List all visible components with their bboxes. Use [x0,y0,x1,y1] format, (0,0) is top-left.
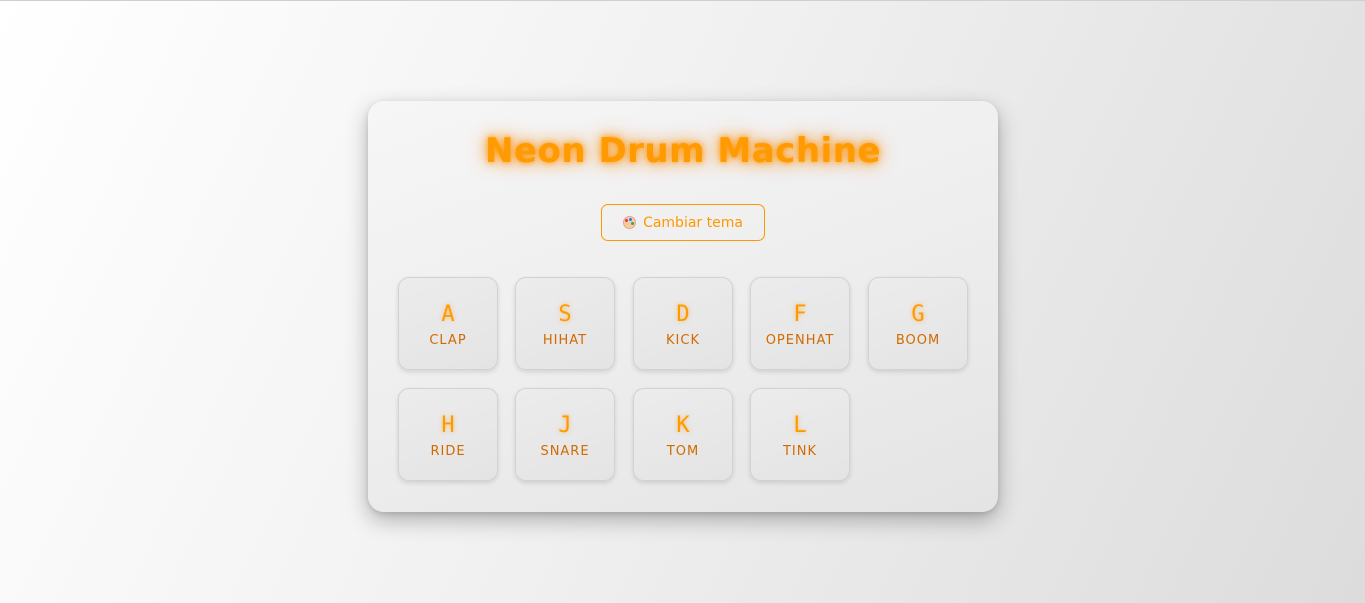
drum-pad-hihat[interactable]: S HIHAT [515,277,615,370]
drum-pad-tink[interactable]: L TINK [750,388,850,481]
drum-pad-openhat[interactable]: F OPENHAT [750,277,850,370]
pad-sound-label: HIHAT [542,333,588,348]
drum-pad-boom[interactable]: G BOOM [868,277,968,370]
pad-key-label: D [676,302,690,327]
drum-pad-tom[interactable]: K TOM [633,388,733,481]
pad-sound-label: TOM [666,444,700,459]
pad-sound-label: OPENHAT [765,333,835,348]
change-theme-label: Cambiar tema [643,214,743,231]
pad-key-label: K [676,413,690,438]
pad-key-label: F [793,302,807,327]
palette-icon [623,216,637,229]
pad-key-label: G [911,302,925,327]
pad-key-label: H [441,413,455,438]
change-theme-button[interactable]: Cambiar tema [601,204,765,241]
pad-key-label: A [441,302,455,327]
pad-sound-label: RIDE [430,444,466,459]
pad-key-label: S [558,302,572,327]
pad-sound-label: SNARE [540,444,590,459]
pad-sound-label: TINK [782,444,818,459]
drum-pad-kick[interactable]: D KICK [633,277,733,370]
drum-pad-clap[interactable]: A CLAP [398,277,498,370]
drum-machine-panel: Neon Drum Machine Cambiar tema A CLAP S … [368,101,998,512]
drum-pad-ride[interactable]: H RIDE [398,388,498,481]
drum-pad-snare[interactable]: J SNARE [515,388,615,481]
pad-sound-label: KICK [666,333,700,348]
pad-key-label: L [793,413,807,438]
pad-sound-label: BOOM [895,333,941,348]
pad-sound-label: CLAP [429,333,467,348]
pad-key-label: J [558,413,572,438]
page-title: Neon Drum Machine [485,131,881,171]
